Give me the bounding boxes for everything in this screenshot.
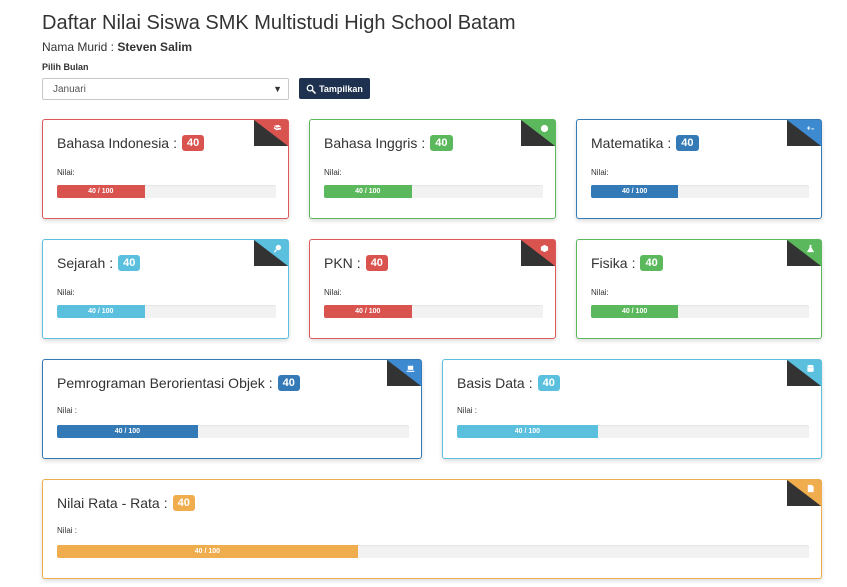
progress-bar: 40 / 100 [57,545,358,558]
subject-title: PKN:40 [324,255,388,271]
subject-card-basis-data: Basis Data:40 Nilai : 40 / 100 [442,359,822,459]
progress-track: 40 / 100 [57,185,276,198]
student-name: Steven Salim [117,40,193,54]
progress-bar: 40 / 100 [324,185,412,198]
nilai-label: Nilai : [457,406,478,415]
book-icon [272,123,283,134]
subject-title: Sejarah:40 [57,255,141,271]
subject-title: Fisika:40 [591,255,663,271]
subject-title: Matematika:40 [591,135,699,151]
progress-track: 40 / 100 [591,185,809,198]
progress-bar: 40 / 100 [57,185,145,198]
page-title: Daftar Nilai Siswa SMK Multistudi High S… [42,12,516,34]
nilai-label: Nilai : [57,406,78,415]
nilai-label: Nilai : [57,526,78,535]
student-info: Nama Murid : Steven Salim [42,40,192,54]
month-select-value: Januari [53,84,86,95]
pin-icon [272,243,283,254]
progress-bar: 40 / 100 [324,305,412,318]
nilai-label: Nilai: [591,288,609,297]
subject-name: PKN [324,255,353,271]
subject-card-matematika: Matematika:40 Nilai: 40 / 100 [576,119,822,219]
show-button-label: Tampilkan [319,83,363,94]
nilai-label: Nilai: [324,288,342,297]
progress-track: 40 / 100 [57,305,276,318]
score-badge: 40 [172,495,195,511]
emblem-icon [539,243,550,254]
subject-card-sejarah: Sejarah:40 Nilai: 40 / 100 [42,239,289,339]
progress-bar: 40 / 100 [591,305,679,318]
month-label: Pilih Bulan [42,62,89,72]
score-badge: 40 [430,135,453,151]
caret-down-icon: ▼ [273,84,282,94]
nilai-label: Nilai: [591,168,609,177]
progress-track: 40 / 100 [591,305,809,318]
subject-title: Pemrograman Berorientasi Objek:40 [57,375,300,391]
progress-bar: 40 / 100 [57,425,198,438]
search-icon [306,84,316,94]
subject-name: Bahasa Indonesia [57,135,170,151]
show-button[interactable]: Tampilkan [299,78,370,99]
globe-icon [539,123,550,134]
nilai-label: Nilai: [57,168,75,177]
progress-track: 40 / 100 [57,425,409,438]
score-badge: 40 [640,255,663,271]
progress-track: 40 / 100 [324,185,543,198]
database-icon [805,363,816,374]
score-badge: 40 [365,255,388,271]
nilai-label: Nilai: [57,288,75,297]
subject-card-fisika: Fisika:40 Nilai: 40 / 100 [576,239,822,339]
progress-track: 40 / 100 [457,425,809,438]
document-icon [805,483,816,494]
subject-card-pbo: Pemrograman Berorientasi Objek:40 Nilai … [42,359,422,459]
progress-bar: 40 / 100 [57,305,145,318]
progress-track: 40 / 100 [324,305,543,318]
average-score-card: Nilai Rata - Rata:40 Nilai : 40 / 100 [42,479,822,579]
score-badge: 40 [676,135,699,151]
student-label: Nama Murid : [42,40,115,54]
subject-title: Nilai Rata - Rata:40 [57,495,195,511]
subject-name: Matematika [591,135,664,151]
subject-card-pkn: PKN:40 Nilai: 40 / 100 [309,239,556,339]
subject-title: Bahasa Indonesia:40 [57,135,205,151]
score-badge: 40 [181,135,205,151]
score-badge: 40 [277,375,300,391]
flask-icon [805,243,816,254]
score-badge: 40 [118,255,141,271]
subject-card-bahasa-indonesia: Bahasa Indonesia:40 Nilai: 40 / 100 [42,119,289,219]
subject-name: Bahasa Inggris [324,135,418,151]
subject-name: Pemrograman Berorientasi Objek [57,375,265,391]
laptop-icon [405,363,416,374]
subject-name: Sejarah [57,255,106,271]
progress-bar: 40 / 100 [591,185,679,198]
score-badge: 40 [537,375,560,391]
progress-bar: 40 / 100 [457,425,598,438]
plus-minus-icon [805,123,816,134]
subject-name: Nilai Rata - Rata [57,495,160,511]
subject-name: Basis Data [457,375,525,391]
progress-track: 40 / 100 [57,545,809,558]
subject-card-bahasa-inggris: Bahasa Inggris:40 Nilai: 40 / 100 [309,119,556,219]
month-select[interactable]: Januari ▼ [42,78,289,100]
nilai-label: Nilai: [324,168,342,177]
subject-name: Fisika [591,255,628,271]
subject-title: Basis Data:40 [457,375,560,391]
subject-title: Bahasa Inggris:40 [324,135,453,151]
